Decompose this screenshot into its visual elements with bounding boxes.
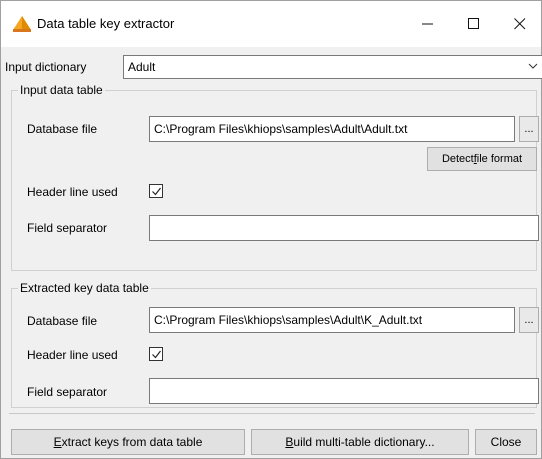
window-title: Data table key extractor: [37, 16, 175, 31]
input-data-table-group: Input data table: [11, 83, 537, 271]
input-dictionary-select[interactable]: Adult: [123, 55, 542, 79]
extracted-field-separator-field[interactable]: [149, 378, 539, 404]
input-field-separator-label: Field separator: [27, 221, 108, 235]
extracted-header-line-label: Header line used: [27, 348, 118, 362]
extracted-field-separator-label: Field separator: [27, 385, 108, 399]
input-database-file-label: Database file: [27, 122, 98, 136]
maximize-button[interactable]: [451, 1, 497, 47]
title-bar[interactable]: Data table key extractor: [1, 1, 541, 47]
input-browse-button[interactable]: ...: [519, 116, 539, 142]
input-data-table-title: Input data table: [20, 83, 103, 97]
minimize-icon: [422, 23, 433, 25]
input-header-line-checkbox[interactable]: [149, 184, 163, 198]
build-multi-table-dictionary-button[interactable]: Build multi-table dictionary...: [251, 429, 469, 455]
extract-keys-button[interactable]: Extract keys from data table: [11, 429, 245, 455]
input-field-separator-field[interactable]: [149, 215, 539, 241]
build-label-accel: B: [285, 435, 294, 449]
extracted-header-line-checkbox[interactable]: [149, 347, 163, 361]
close-button[interactable]: Close: [475, 429, 537, 455]
checkmark-icon: [152, 350, 161, 359]
input-database-file-field[interactable]: C:\Program Files\khiops\samples\Adult\Ad…: [149, 116, 515, 142]
build-label-post: uild multi-table dictionary...: [293, 435, 435, 449]
close-window-button[interactable]: [497, 1, 542, 47]
extract-label-post: xtract keys from data table: [61, 435, 203, 449]
checkmark-icon: [152, 187, 161, 196]
dialog-window: Data table key extractor Input dictionar…: [0, 0, 542, 459]
input-dictionary-label: Input dictionary: [5, 60, 87, 74]
extracted-database-file-label: Database file: [27, 314, 98, 328]
input-dictionary-value: Adult: [128, 60, 156, 74]
detect-label-post: ile format: [476, 153, 523, 165]
extracted-key-table-title: Extracted key data table: [20, 281, 149, 295]
chevron-down-icon: [528, 63, 538, 69]
footer-separator: [9, 413, 535, 414]
extracted-database-file-field[interactable]: C:\Program Files\khiops\samples\Adult\K_…: [149, 307, 515, 333]
detect-file-format-button[interactable]: Detect f ile format: [427, 147, 537, 171]
maximize-icon: [468, 18, 479, 29]
detect-label-pre: Detect: [441, 153, 474, 165]
extract-label-accel: E: [53, 435, 62, 449]
minimize-button[interactable]: [405, 1, 451, 47]
input-header-line-label: Header line used: [27, 185, 118, 199]
khiops-app-icon: [13, 16, 31, 32]
extracted-browse-button[interactable]: ...: [519, 307, 539, 333]
close-icon: [514, 18, 526, 30]
